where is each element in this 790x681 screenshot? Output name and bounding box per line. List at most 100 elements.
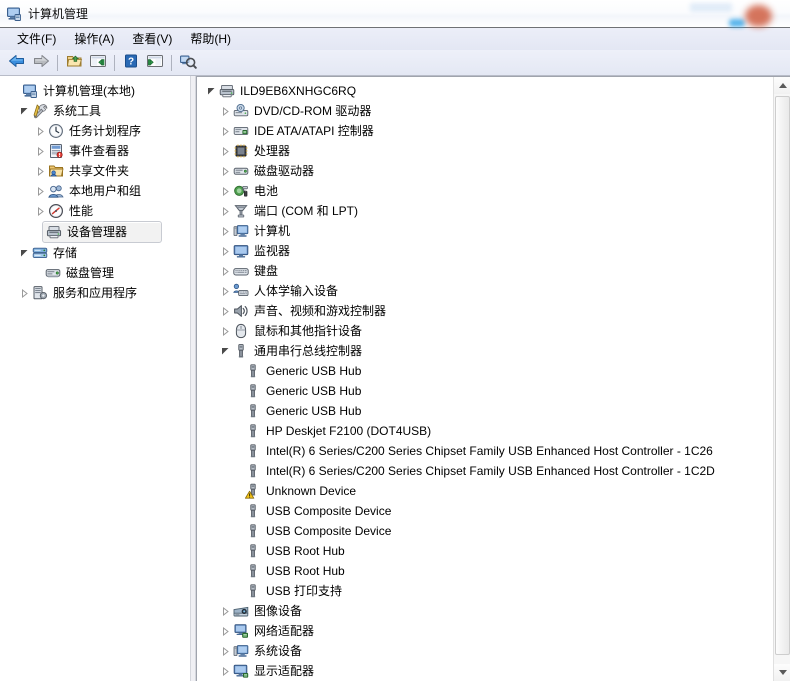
device-node-label: DVD/CD-ROM 驱动器 (254, 104, 372, 118)
folder-up-icon (66, 53, 83, 72)
help-button[interactable]: ? (119, 52, 143, 74)
expander-collapsed[interactable] (32, 161, 48, 181)
device-node-ide-controller[interactable]: IDE ATA/ATAPI 控制器 (197, 121, 773, 141)
expander-collapsed[interactable] (32, 181, 48, 201)
sidebar-item-performance[interactable]: 性能 (0, 201, 190, 221)
device-leaf-intel-ehci-1c26[interactable]: Intel(R) 6 Series/C200 Series Chipset Fa… (197, 441, 773, 461)
expander-collapsed[interactable] (217, 621, 233, 641)
device-node-processors[interactable]: 处理器 (197, 141, 773, 161)
expander-collapsed[interactable] (16, 283, 32, 303)
device-leaf-generic-usb-hub[interactable]: Generic USB Hub (197, 401, 773, 421)
sidebar-item-storage[interactable]: 存储 (0, 243, 190, 263)
device-node-system-devices[interactable]: 系统设备 (197, 641, 773, 661)
device-node-ports[interactable]: 端口 (COM 和 LPT) (197, 201, 773, 221)
scrollbar-thumb[interactable] (775, 96, 790, 655)
device-leaf-usb-composite-device[interactable]: USB Composite Device (197, 521, 773, 541)
device-node-dvd-cdrom[interactable]: DVD/CD-ROM 驱动器 (197, 101, 773, 121)
expander-collapsed[interactable] (32, 141, 48, 161)
expander-expanded[interactable] (16, 243, 32, 263)
device-node-disk-drives[interactable]: 磁盘驱动器 (197, 161, 773, 181)
device-leaf-usb-composite-device[interactable]: USB Composite Device (197, 501, 773, 521)
expander-collapsed[interactable] (217, 101, 233, 121)
toolbar-separator-3 (171, 54, 172, 71)
device-node-hid[interactable]: 人体学输入设备 (197, 281, 773, 301)
expander-collapsed[interactable] (217, 641, 233, 661)
device-leaf-generic-usb-hub[interactable]: Generic USB Hub (197, 361, 773, 381)
menu-file[interactable]: 文件(F) (8, 28, 65, 50)
expander-collapsed[interactable] (217, 221, 233, 241)
sidebar-item-event-viewer[interactable]: 事件查看器 (0, 141, 190, 161)
root-expander[interactable] (6, 81, 22, 101)
sidebar-item-local-users-groups[interactable]: 本地用户和组 (0, 181, 190, 201)
device-tree-root[interactable]: ILD9EB6XNHGC6RQ (197, 81, 773, 101)
show-tree-icon (89, 53, 107, 72)
device-leaf-unknown-device[interactable]: Unknown Device (197, 481, 773, 501)
properties-window-icon (146, 53, 164, 72)
device-node-monitors[interactable]: 监视器 (197, 241, 773, 261)
expander-collapsed[interactable] (217, 241, 233, 261)
device-manager-icon (46, 224, 62, 240)
imaging-device-icon (233, 603, 249, 619)
menu-bar: 文件(F) 操作(A) 查看(V) 帮助(H) (0, 28, 790, 50)
expander-collapsed[interactable] (217, 201, 233, 221)
expander-expanded[interactable] (217, 341, 233, 361)
device-node-sound-video-game[interactable]: 声音、视频和游戏控制器 (197, 301, 773, 321)
sidebar-item-device-manager[interactable]: 设备管理器 (42, 221, 162, 243)
expander-collapsed[interactable] (217, 121, 233, 141)
expander-collapsed[interactable] (32, 201, 48, 221)
expander-collapsed[interactable] (217, 161, 233, 181)
show-hide-tree-button[interactable] (86, 52, 110, 74)
device-node-usb-controllers[interactable]: 通用串行总线控制器 (197, 341, 773, 361)
services-apps-icon (32, 285, 48, 301)
sidebar-item-shared-folders[interactable]: 共享文件夹 (0, 161, 190, 181)
properties-button[interactable] (143, 52, 167, 74)
up-folder-button[interactable] (62, 52, 86, 74)
back-button[interactable] (5, 52, 29, 74)
expander-collapsed[interactable] (217, 141, 233, 161)
expander-collapsed[interactable] (217, 261, 233, 281)
scroll-down-button[interactable] (774, 664, 790, 681)
expander-expanded[interactable] (16, 101, 32, 121)
expander-collapsed[interactable] (217, 301, 233, 321)
window-controls-faded[interactable] (640, 0, 790, 28)
forward-button[interactable] (29, 52, 53, 74)
scroll-down-arrow-icon (778, 670, 787, 675)
menu-action[interactable]: 操作(A) (65, 28, 123, 50)
device-node-network-adapters[interactable]: 网络适配器 (197, 621, 773, 641)
sidebar-item-services-applications[interactable]: 服务和应用程序 (0, 283, 190, 303)
device-node-mice[interactable]: 鼠标和其他指针设备 (197, 321, 773, 341)
device-node-batteries[interactable]: 电池 (197, 181, 773, 201)
refresh-scan-button[interactable] (176, 52, 200, 74)
right-pane-vertical-scrollbar[interactable] (773, 77, 790, 681)
device-leaf-hp-deskjet[interactable]: HP Deskjet F2100 (DOT4USB) (197, 421, 773, 441)
expander-collapsed[interactable] (217, 321, 233, 341)
expander-collapsed[interactable] (217, 281, 233, 301)
expander-expanded[interactable] (203, 81, 219, 101)
device-leaf-usb-root-hub[interactable]: USB Root Hub (197, 561, 773, 581)
sidebar-root-computer-management[interactable]: 计算机管理(本地) (0, 81, 190, 101)
close-button-ghost[interactable] (745, 5, 772, 27)
sidebar-item-label: 设备管理器 (67, 225, 128, 239)
device-leaf-usb-root-hub[interactable]: USB Root Hub (197, 541, 773, 561)
device-leaf-generic-usb-hub[interactable]: Generic USB Hub (197, 381, 773, 401)
sidebar-item-task-scheduler[interactable]: 任务计划程序 (0, 121, 190, 141)
menu-view[interactable]: 查看(V) (123, 28, 181, 50)
device-leaf-usb-printing-support[interactable]: USB 打印支持 (197, 581, 773, 601)
usb-device-icon (245, 523, 261, 539)
disk-management-icon (45, 265, 61, 281)
menu-help[interactable]: 帮助(H) (181, 28, 240, 50)
device-node-keyboards[interactable]: 键盘 (197, 261, 773, 281)
sidebar-item-system-tools[interactable]: 系统工具 (0, 101, 190, 121)
expander-collapsed[interactable] (217, 181, 233, 201)
device-node-imaging-devices[interactable]: 图像设备 (197, 601, 773, 621)
device-node-computer[interactable]: 计算机 (197, 221, 773, 241)
expander-collapsed[interactable] (217, 601, 233, 621)
sidebar-item-disk-management[interactable]: 磁盘管理 (0, 263, 190, 283)
restore-ghost[interactable] (729, 19, 745, 27)
expander-collapsed[interactable] (217, 661, 233, 681)
device-leaf-intel-ehci-1c2d[interactable]: Intel(R) 6 Series/C200 Series Chipset Fa… (197, 461, 773, 481)
expander-collapsed[interactable] (32, 121, 48, 141)
scroll-up-button[interactable] (774, 77, 790, 94)
device-node-display-adapters[interactable]: 显示适配器 (197, 661, 773, 681)
minimize-maximize-ghost[interactable] (690, 3, 732, 12)
